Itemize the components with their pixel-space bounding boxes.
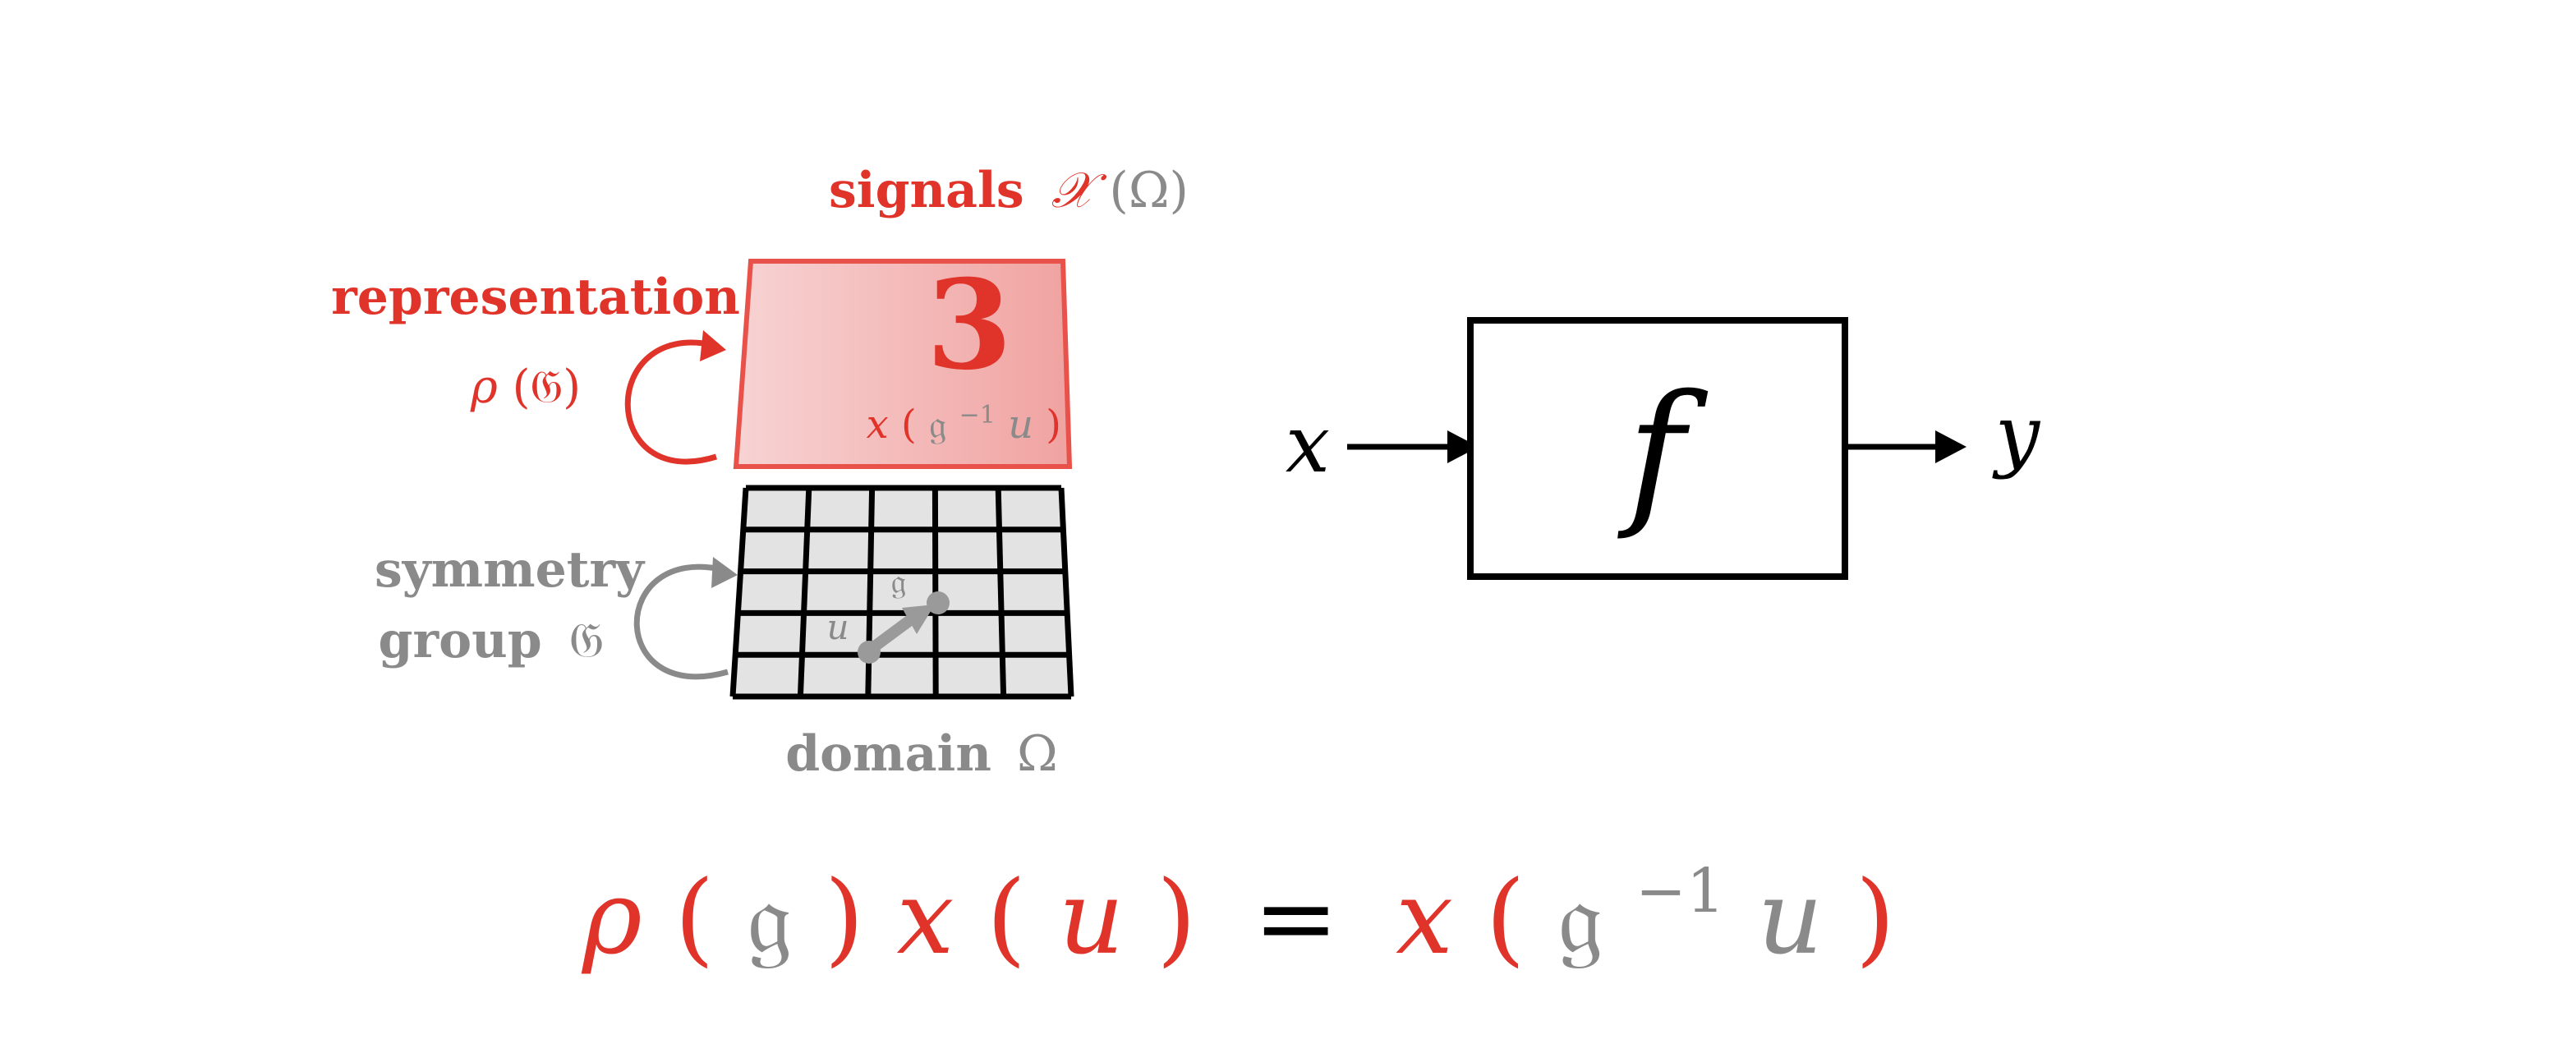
eq-rparen-3: ) (1856, 859, 1895, 977)
signal-g: 𝔤 (929, 402, 946, 448)
output-y-label: y (1992, 389, 2041, 481)
representation-symbol: ρ (𝔊) (470, 361, 581, 414)
eq-x-2: x (1396, 859, 1453, 977)
eq-inverse: −1 (1635, 856, 1725, 927)
point-u-label: u (826, 607, 849, 647)
eq-rho: ρ (581, 859, 642, 977)
eq-rparen-1: ) (825, 859, 864, 977)
point-g-u (927, 591, 950, 614)
symmetry-group-word: group (379, 612, 542, 669)
eq-g-1: 𝔤 (747, 859, 792, 977)
eq-g-2: 𝔤 (1557, 859, 1603, 977)
domain-symbol: Ω (1017, 725, 1058, 783)
symmetry-arrowhead (711, 557, 738, 588)
eq-x-1: x (896, 859, 954, 977)
representation-label: representation (331, 269, 740, 326)
eq-u-2: u (1757, 859, 1823, 977)
signal-u: u (1008, 402, 1033, 448)
eq-u-1: u (1059, 859, 1125, 977)
signal-open-paren: ( (901, 402, 917, 448)
output-arrowhead (1935, 430, 1966, 463)
representation-arrowhead (700, 330, 726, 361)
grid-column-line (865, 487, 876, 697)
signals-label: signals 𝒳 (Ω) (829, 162, 1189, 219)
representation-loop-arrow (624, 339, 718, 465)
signals-word: signals (829, 162, 1024, 219)
eq-lparen-1: ( (674, 859, 714, 977)
signal-inverse: −1 (959, 401, 996, 430)
signal-digit: 3 (927, 253, 1012, 398)
signal-close-paren: ) (1046, 402, 1061, 448)
signal-x: x (867, 402, 889, 448)
symmetry-group-symbol: 𝔊 (569, 612, 605, 669)
representation-group: (𝔊) (513, 361, 582, 414)
eq-lparen-3: ( (1485, 859, 1525, 977)
eq-rparen-2: ) (1157, 859, 1196, 977)
domain-word: domain (785, 725, 991, 783)
symmetry-label-line2: group 𝔊 (379, 612, 605, 669)
input-x-label: x (1286, 398, 1330, 490)
diagram-canvas: signals 𝒳 (Ω) 3 x ( 𝔤 −1 u ) representat… (331, 162, 2041, 977)
eq-lparen-2: ( (987, 859, 1026, 977)
domain-label: domain Ω (785, 725, 1058, 783)
signal-domain-symbol: (Ω) (1109, 162, 1189, 219)
eq-equals: = (1254, 859, 1339, 977)
point-g-label: 𝔤 (891, 561, 907, 601)
representation-rho: ρ (470, 361, 498, 414)
point-u (858, 641, 881, 664)
signal-space-symbol: 𝒳 (1051, 162, 1107, 219)
symmetry-label-line1: symmetry (375, 541, 646, 599)
equivariance-equation: ρ ( 𝔤 ) x ( u ) = x ( 𝔤 −1 u ) (581, 818, 1895, 977)
